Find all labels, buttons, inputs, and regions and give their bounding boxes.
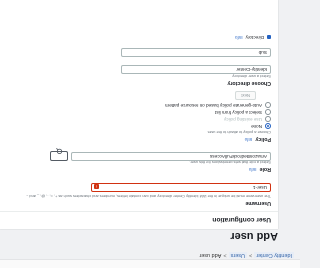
username-description: The username must be unique in the IAM I… [25,194,271,199]
page-title: Add user [230,230,278,242]
panel-divider [0,211,278,212]
directory-input[interactable]: Identity-Center [121,65,271,74]
breadcrumb-item-identity-center[interactable]: Identity Center [254,252,294,258]
policy-description: Choose a policy to attach to the user. [206,130,271,135]
policy-option-auto[interactable]: Auto-generate policy based on resource p… [165,102,271,108]
screen: Identity Center>Users>Add user Add user … [0,0,300,268]
next-button[interactable]: Next [235,91,256,100]
directory-label: Choose directory [227,80,271,86]
policy-label: PolicyInfo [244,136,271,142]
role-label: RoleInfo [248,166,271,172]
user-configuration-panel: User configuration Username The username… [0,0,278,229]
directory-sub-input[interactable]: Sub [121,48,271,57]
panel-title: User configuration [212,216,271,223]
username-value: User-1 [252,185,267,190]
breadcrumb-separator: > [223,252,227,258]
radio [265,116,271,122]
directory-checkbox-label: DirectoryInfo [234,35,264,40]
radio-selected [265,123,271,129]
breadcrumb: Identity Center>Users>Add user [199,250,294,258]
search-button[interactable] [50,147,68,161]
breadcrumb-separator: > [249,252,253,258]
policy-option-existing[interactable]: Use existing policy [224,116,271,122]
directory-info-link[interactable]: Info [235,35,243,40]
username-label: Username [245,200,271,206]
breadcrumb-item-current: Add user [199,252,222,258]
policy-option-select[interactable]: Select a policy from list [215,109,271,115]
radio [265,109,271,115]
error-icon: ! [94,184,99,190]
top-bar [0,259,300,268]
username-input[interactable]: User-1 ! [91,183,271,192]
search-icon [56,147,63,155]
directory-description: Select a user directory [232,74,271,79]
role-info-link[interactable]: Info [249,167,257,172]
directory-checkbox[interactable] [267,35,271,39]
role-input[interactable]: AmazonBedrockFullAccess [71,152,271,161]
policy-info-link[interactable]: Info [245,137,253,142]
radio [265,102,271,108]
policy-option-none[interactable]: None [251,123,271,129]
breadcrumb-item-users[interactable]: Users [228,252,247,258]
